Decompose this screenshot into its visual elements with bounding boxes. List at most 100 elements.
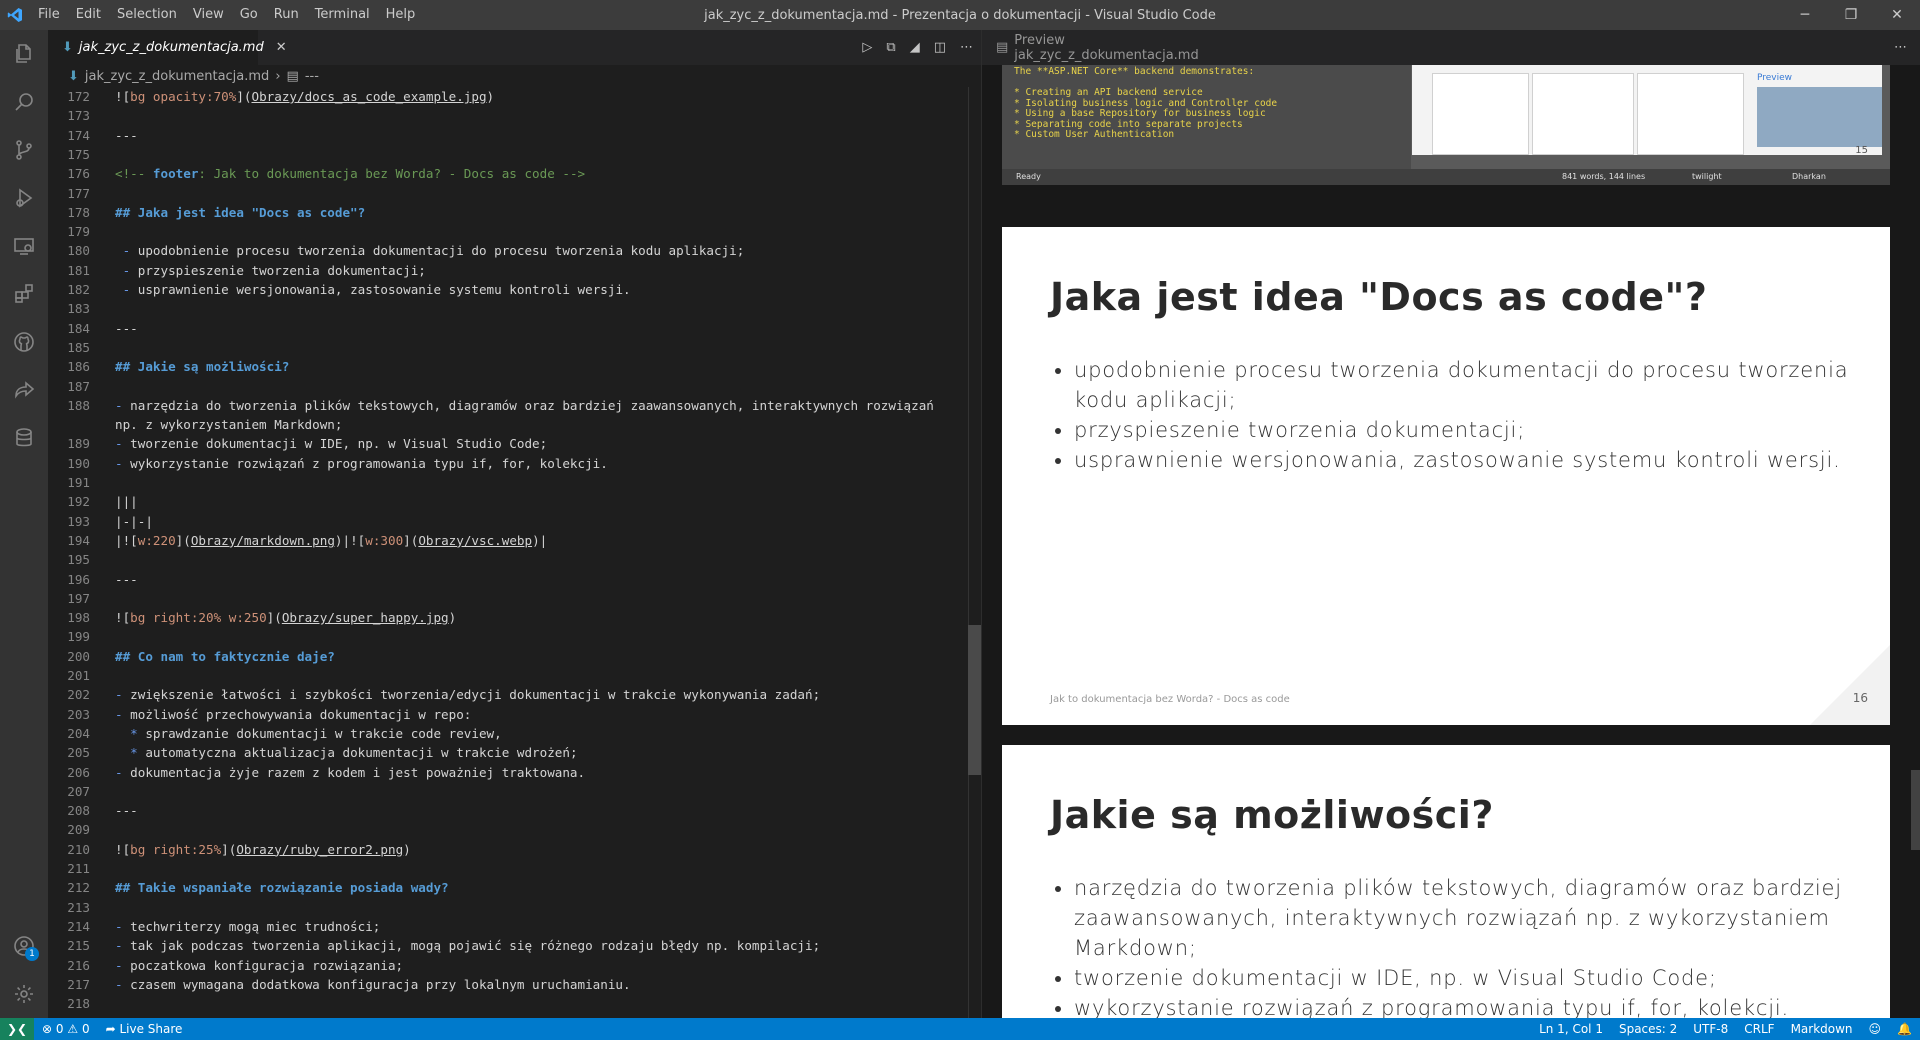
code-line: 184 --- [48, 319, 968, 338]
menu-item-edit[interactable]: Edit [68, 0, 109, 30]
slide-15-status: Ready 841 words, 144 lines twilight Dhar… [1002, 169, 1890, 185]
markdown-file-icon: ⬇ [68, 68, 79, 84]
cursor-position[interactable]: Ln 1, Col 1 [1531, 1022, 1611, 1036]
tab-label: Preview jak_zyc_z_dokumentacja.md [1014, 32, 1199, 63]
menu-item-go[interactable]: Go [232, 0, 266, 30]
minimize-icon[interactable]: ─ [1782, 0, 1828, 30]
line-text: |![w:220](Obrazy/markdown.png)|![w:300](… [115, 531, 547, 550]
preview-scrollbar[interactable] [1911, 770, 1920, 850]
code-line: 207 [48, 782, 968, 801]
more-actions-icon[interactable]: ⋯ [960, 40, 973, 55]
close-icon[interactable]: ✕ [1874, 0, 1920, 30]
token: --- [115, 320, 138, 336]
line-number: 214 [67, 918, 90, 934]
settings-gear-icon[interactable] [0, 970, 48, 1018]
restore-icon[interactable]: ❐ [1828, 0, 1874, 30]
code-line: 216 - poczatkowa konfiguracja rozwiązania… [48, 956, 968, 975]
encoding[interactable]: UTF-8 [1685, 1022, 1736, 1036]
tab-preview[interactable]: ▤ Preview jak_zyc_z_dokumentacja.md [982, 30, 1242, 65]
run-icon[interactable]: ▷ [862, 40, 872, 55]
token: ## Takie wspaniałe rozwiązanie posiada w… [115, 880, 449, 896]
token: --- [115, 803, 138, 819]
menu-item-run[interactable]: Run [266, 0, 307, 30]
menu-item-selection[interactable]: Selection [109, 0, 185, 30]
breadcrumb-file[interactable]: jak_zyc_z_dokumentacja.md [85, 69, 269, 84]
marp-icon[interactable]: ◢ [910, 40, 920, 55]
editor-scrollbar[interactable] [968, 625, 981, 775]
feedback-icon[interactable]: ☺ [1861, 1022, 1890, 1036]
line-number: 176 [67, 166, 90, 182]
account-icon[interactable]: 1 [0, 922, 48, 970]
token: )|![ [334, 532, 366, 548]
vscode-logo-icon [0, 0, 30, 30]
remote-indicator-icon[interactable]: ❯❮ [0, 1018, 34, 1040]
split-editor-icon[interactable]: ◫ [934, 40, 946, 55]
line-number: 193 [67, 513, 90, 529]
language-mode[interactable]: Markdown [1783, 1022, 1861, 1036]
line-text: --- [115, 319, 138, 338]
tab-markdown-file[interactable]: ⬇ jak_zyc_z_dokumentacja.md ✕ [48, 30, 287, 65]
token: ) [403, 841, 411, 857]
token: - [115, 957, 123, 973]
token: sprawdzanie dokumentacji w trakcie code … [137, 725, 502, 741]
code-line: 180 - upodobnienie procesu tworzenia dok… [48, 241, 968, 260]
token: - [115, 397, 123, 413]
code-line: 187 [48, 377, 968, 396]
code-line: 174 --- [48, 126, 968, 145]
editor-group: ⬇ jak_zyc_z_dokumentacja.md ✕ ▷ ⧉ ◢ ◫ ⋯ … [48, 30, 981, 1018]
code-editor[interactable]: 172 ![bg opacity:70%](Obrazy/docs_as_code… [48, 87, 968, 1018]
token: np. z wykorzystaniem Markdown; [115, 417, 343, 433]
code-line: 199 [48, 627, 968, 646]
line-text: - wykorzystanie rozwiązań z programowani… [115, 454, 608, 473]
slides-preview[interactable]: The **ASP.NET Core** backend demonstrate… [982, 65, 1920, 1018]
token: ]( [266, 610, 282, 626]
token: ) [448, 610, 457, 626]
code-line: 192 ||| [48, 492, 968, 511]
menu-item-file[interactable]: File [30, 0, 68, 30]
menu-item-terminal[interactable]: Terminal [307, 0, 378, 30]
indentation[interactable]: Spaces: 2 [1611, 1022, 1685, 1036]
live-share-icon[interactable] [0, 366, 48, 414]
token: techwriterzy mogą miec trudności; [122, 918, 381, 934]
token: - [115, 436, 123, 452]
code-line: 203 - możliwość przechowywania dokumentac… [48, 705, 968, 724]
line-number: 172 [67, 89, 90, 104]
line-number: 179 [67, 224, 90, 240]
extensions-icon[interactable] [0, 270, 48, 318]
token: możliwość przechowywania dokumentacji w … [122, 706, 472, 722]
menu-item-help[interactable]: Help [378, 0, 424, 30]
source-control-icon[interactable] [0, 126, 48, 174]
line-number: 212 [67, 880, 90, 896]
slide-16: Jaka jest idea "Docs as code"? upodobnie… [1002, 227, 1890, 725]
files-icon[interactable] [0, 30, 48, 78]
menu-item-view[interactable]: View [185, 0, 232, 30]
line-text: - czasem wymagana dodatkowa konfiguracja… [115, 975, 631, 994]
github-icon[interactable] [0, 318, 48, 366]
run-debug-icon[interactable] [0, 174, 48, 222]
line-number: 186 [67, 359, 90, 375]
live-share-status[interactable]: ➦ Live Share [98, 1022, 191, 1036]
token: - [115, 706, 123, 722]
token: ]( [175, 532, 191, 548]
token: Obrazy/markdown.png [190, 532, 335, 548]
status-theme: twilight [1692, 172, 1722, 181]
database-icon[interactable] [0, 414, 48, 462]
end-of-line[interactable]: CRLF [1736, 1022, 1782, 1036]
line-number: 191 [67, 475, 90, 490]
symbol-icon: ▤ [286, 68, 299, 84]
account-badge: 1 [25, 947, 39, 961]
search-icon[interactable] [0, 78, 48, 126]
remote-explorer-icon[interactable] [0, 222, 48, 270]
token: - [115, 764, 123, 780]
notifications-icon[interactable]: 🔔 [1889, 1022, 1920, 1036]
open-preview-icon[interactable]: ⧉ [886, 40, 895, 55]
breadcrumb-symbol[interactable]: --- [305, 69, 319, 84]
more-actions-icon[interactable]: ⋯ [1894, 30, 1907, 65]
token: * [130, 745, 138, 761]
close-tab-icon[interactable]: ✕ [276, 40, 287, 55]
problems-indicator[interactable]: ⊗ 0 ⚠ 0 [34, 1022, 98, 1036]
slide-17-bullets: narzędzia do tworzenia plików tekstowych… [1050, 873, 1864, 1018]
token: - [115, 976, 123, 992]
line-number: 177 [67, 185, 90, 201]
line-text: ![bg opacity:70%](Obrazy/docs_as_code_ex… [115, 87, 494, 106]
